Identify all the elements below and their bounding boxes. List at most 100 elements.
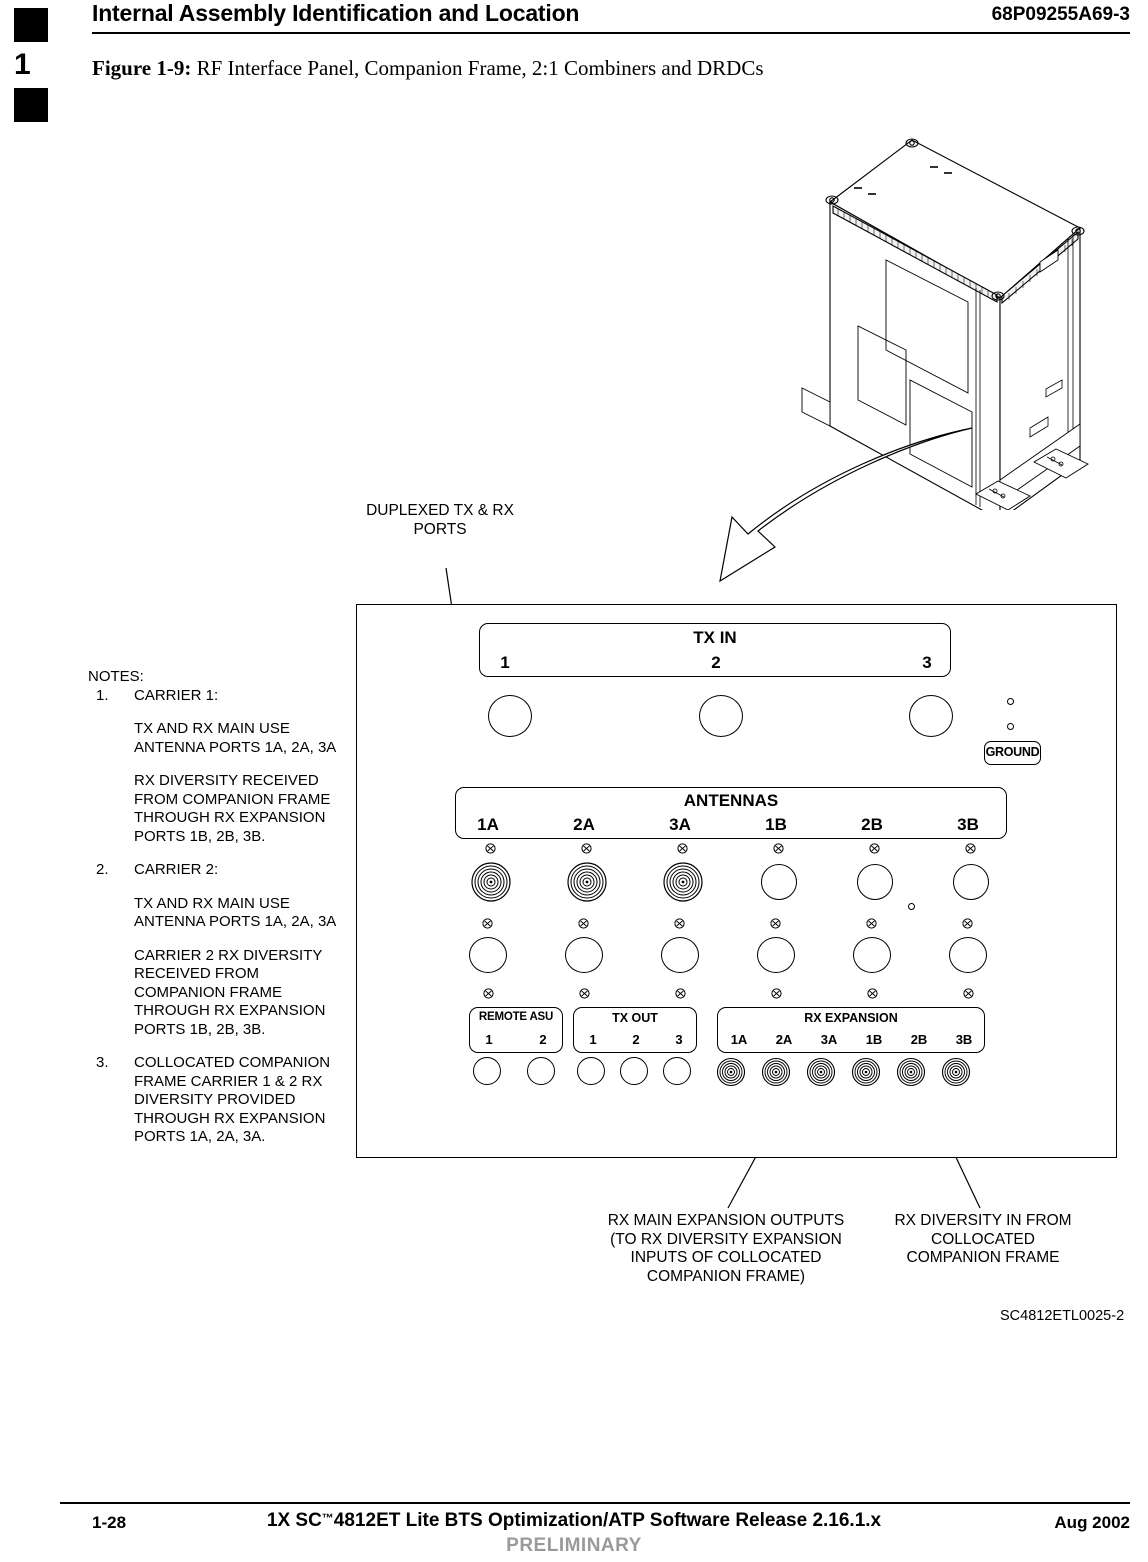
footer-divider [60, 1502, 1130, 1504]
panel-screw-icon [771, 988, 782, 999]
remote-asu-connector[interactable] [473, 1057, 501, 1085]
tx-in-port-label: 1 [500, 653, 510, 672]
note-title: CARRIER 2: [134, 861, 219, 878]
panel-mounting-hole [908, 903, 915, 910]
antenna-coax-connector[interactable] [662, 861, 704, 903]
rx-expansion-coax-connector[interactable] [806, 1057, 836, 1087]
rx-expansion-title: RX EXPANSION [804, 1011, 898, 1025]
tx-in-connector[interactable] [909, 695, 953, 737]
tx-out-port-label: 3 [675, 1032, 683, 1047]
antennas-plate: ANTENNAS 1A 2A 3A 1B 2B 3B [455, 787, 1007, 839]
rx-expansion-port-label: 1A [730, 1032, 748, 1047]
panel-screw-icon [483, 988, 494, 999]
remote-asu-connector[interactable] [527, 1057, 555, 1085]
trademark-icon: ™ [321, 1511, 334, 1525]
chapter-tab-block-bottom [14, 88, 48, 122]
remote-asu-title: REMOTE ASU [478, 1011, 554, 1023]
antenna-port-label: 1A [477, 815, 499, 834]
antenna-open-port[interactable] [757, 937, 795, 973]
panel-screw-icon [869, 843, 880, 854]
tx-out-connector[interactable] [577, 1057, 605, 1085]
note-title: CARRIER 1: [134, 686, 219, 704]
antenna-port-label: 3B [957, 815, 979, 834]
antenna-open-port[interactable] [853, 937, 891, 973]
rx-diversity-in-callout: RX DIVERSITY IN FROM COLLOCATED COMPANIO… [894, 1212, 1072, 1266]
rx-expansion-coax-connector[interactable] [761, 1057, 791, 1087]
antenna-port-label: 2A [573, 815, 595, 834]
rx-expansion-port-label: 2A [775, 1032, 793, 1047]
note-item: 1. CARRIER 1: TX AND RX MAIN USE ANTENNA… [88, 687, 338, 847]
drawing-number: SC4812ETL0025-2 [1000, 1308, 1125, 1324]
antenna-open-port[interactable] [953, 864, 989, 900]
antenna-coax-connector[interactable] [566, 861, 608, 903]
rx-main-expansion-callout: RX MAIN EXPANSION OUTPUTS (TO RX DIVERSI… [607, 1212, 845, 1285]
note-paragraph: TX AND RX MAIN USE ANTENNA PORTS 1A, 2A,… [134, 720, 337, 756]
rx-expansion-plate: RX EXPANSION 1A 2A 3A 1B 2B 3B [717, 1007, 985, 1053]
footer-title-post: 4812ET Lite BTS Optimization/ATP Softwar… [333, 1510, 882, 1531]
tx-out-plate: TX OUT 1 2 3 [573, 1007, 697, 1053]
tx-in-connector[interactable] [488, 695, 532, 737]
ground-stud-label: GROUND [984, 741, 1041, 765]
cabinet-to-panel-arrow-icon [680, 395, 1030, 610]
panel-screw-icon [965, 843, 976, 854]
panel-screw-icon [867, 988, 878, 999]
chapter-tab-number: 1 [14, 48, 31, 81]
antenna-port-label: 1B [765, 815, 787, 834]
tx-in-plate: TX IN 1 2 3 [479, 623, 951, 677]
rx-expansion-port-label: 2B [910, 1032, 928, 1047]
notes-block: NOTES: 1. CARRIER 1: TX AND RX MAIN USE … [88, 668, 338, 1147]
panel-screw-icon [677, 843, 688, 854]
note-spacer [88, 1039, 338, 1054]
tx-out-connector[interactable] [663, 1057, 691, 1085]
panel-screw-icon [674, 918, 685, 929]
note-number: 2. [96, 861, 109, 878]
panel-screw-icon [963, 988, 974, 999]
preliminary-watermark: PRELIMINARY [506, 1535, 642, 1556]
tx-in-connector[interactable] [699, 695, 743, 737]
antenna-open-port[interactable] [857, 864, 893, 900]
chapter-tab-block-top [14, 8, 48, 42]
rx-expansion-coax-connector[interactable] [716, 1057, 746, 1087]
antenna-open-port[interactable] [469, 937, 507, 973]
panel-mounting-hole [1007, 698, 1014, 705]
note-title: COLLOCATED COMPANION FRAME CARRIER 1 & 2… [134, 1054, 331, 1145]
figure-caption: Figure 1-9: RF Interface Panel, Companio… [92, 56, 764, 81]
note-item: 3. COLLOCATED COMPANION FRAME CARRIER 1 … [88, 1054, 338, 1147]
antenna-open-port[interactable] [949, 937, 987, 973]
rx-expansion-coax-connector[interactable] [851, 1057, 881, 1087]
panel-screw-icon [482, 918, 493, 929]
antenna-open-port[interactable] [661, 937, 699, 973]
page-header-title: Internal Assembly Identification and Loc… [92, 0, 580, 26]
remote-asu-port-label: 2 [539, 1032, 547, 1047]
rx-expansion-port-label: 3A [820, 1032, 838, 1047]
panel-screw-icon [578, 918, 589, 929]
tx-out-port-label: 1 [589, 1032, 597, 1047]
rx-expansion-coax-connector[interactable] [941, 1057, 971, 1087]
tx-out-connector[interactable] [620, 1057, 648, 1085]
panel-screw-icon [773, 843, 784, 854]
note-paragraph: RX DIVERSITY RECEIVED FROM COMPANION FRA… [134, 772, 331, 845]
note-paragraph: CARRIER 2 RX DIVERSITY RECEIVED FROM COM… [134, 946, 326, 1038]
remote-asu-port-label: 1 [485, 1032, 493, 1047]
note-spacer [88, 846, 338, 861]
notes-heading: NOTES: [88, 668, 144, 685]
panel-screw-icon [866, 918, 877, 929]
panel-screw-icon [770, 918, 781, 929]
antenna-open-port[interactable] [565, 937, 603, 973]
remote-asu-plate: REMOTE ASU 1 2 [469, 1007, 563, 1053]
rx-expansion-port-label: 1B [865, 1032, 883, 1047]
footer-date: Aug 2002 [1054, 1513, 1130, 1532]
note-number: 3. [96, 1054, 109, 1071]
header-divider [92, 32, 1130, 34]
panel-screw-icon [675, 988, 686, 999]
figure-caption-text: RF Interface Panel, Companion Frame, 2:1… [191, 56, 764, 80]
footer-title-pre: 1X SC [266, 1510, 322, 1531]
tx-out-title: TX OUT [612, 1011, 658, 1025]
antenna-port-label: 3A [669, 815, 691, 834]
note-number: 1. [96, 686, 109, 704]
rx-expansion-coax-connector[interactable] [896, 1057, 926, 1087]
antenna-open-port[interactable] [761, 864, 797, 900]
tx-in-title: TX IN [693, 628, 737, 647]
antenna-coax-connector[interactable] [470, 861, 512, 903]
panel-screw-icon [485, 843, 496, 854]
